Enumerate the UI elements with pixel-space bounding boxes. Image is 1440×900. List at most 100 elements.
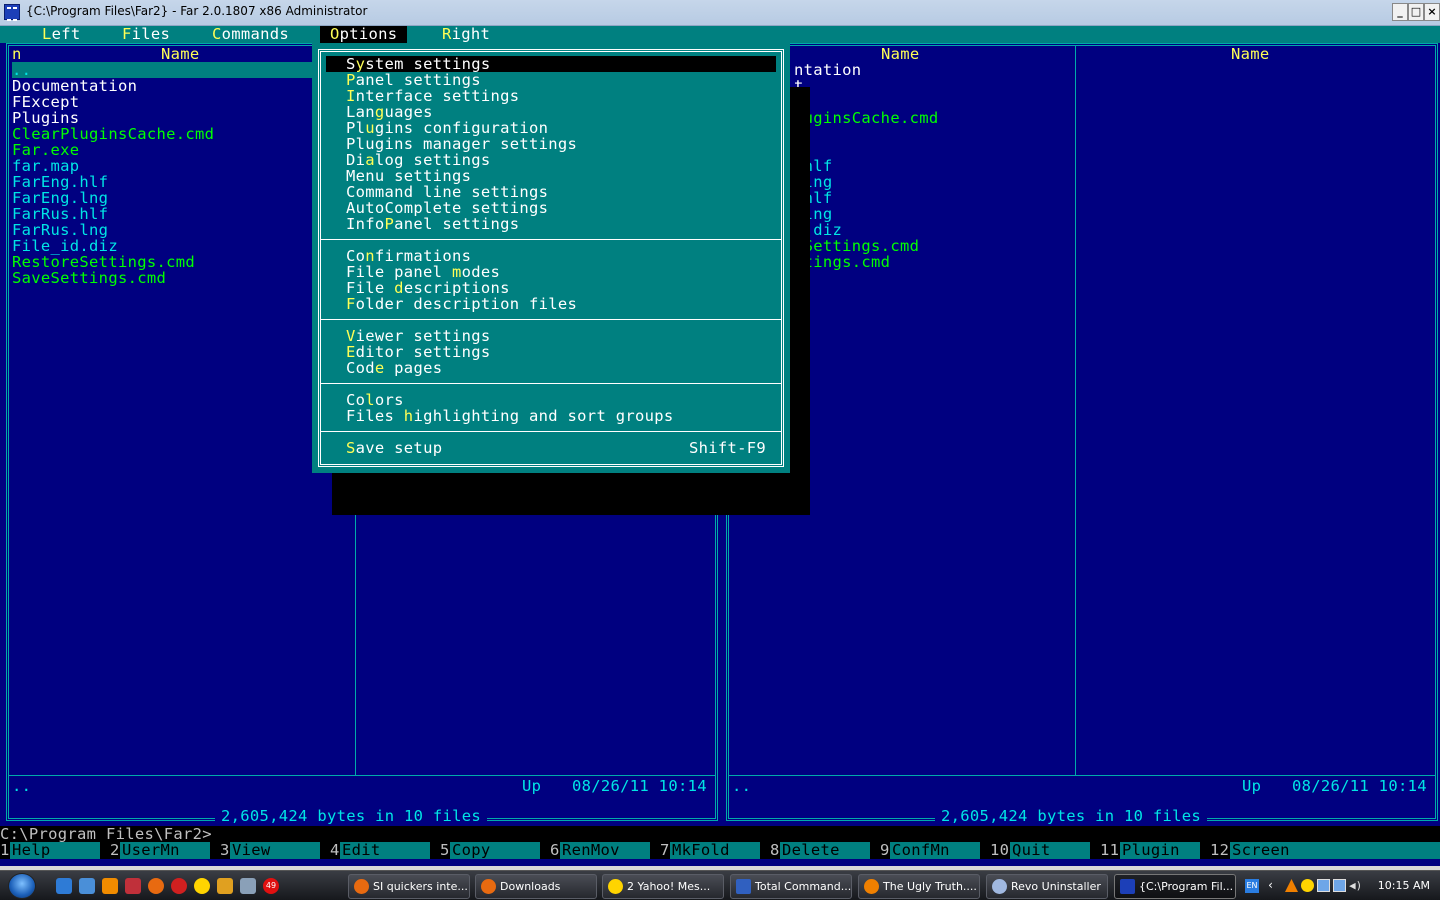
taskbar-button-label: Downloads bbox=[500, 880, 561, 893]
far-manager-icon bbox=[1120, 879, 1135, 894]
taskbar-button[interactable]: {C:\Program Fil... bbox=[1114, 874, 1236, 899]
fkey-label: Edit bbox=[340, 842, 430, 859]
firefox-icon[interactable] bbox=[148, 878, 164, 894]
file-row[interactable]: .. bbox=[12, 62, 312, 78]
menu-item-system-settings[interactable]: System settings bbox=[326, 56, 776, 72]
chevron-left-icon[interactable]: ‹ bbox=[1267, 879, 1280, 892]
menu-item-infopanel-settings[interactable]: InfoPanel settings bbox=[326, 216, 776, 232]
opera-icon[interactable] bbox=[171, 878, 187, 894]
column-header-name[interactable]: Name bbox=[881, 46, 920, 62]
badge-49-icon[interactable]: 49 bbox=[263, 878, 279, 894]
taskbar-button[interactable]: Downloads bbox=[475, 874, 597, 899]
internet-explorer-icon[interactable] bbox=[56, 878, 72, 894]
taskbar-button-label: SI quickers inte... bbox=[373, 880, 468, 893]
yahoo-messenger-icon[interactable] bbox=[194, 878, 210, 894]
menu-item-interface-settings[interactable]: Interface settings bbox=[326, 88, 776, 104]
save-icon[interactable] bbox=[125, 878, 141, 894]
fkey-label: Plugin bbox=[1120, 842, 1200, 859]
taskbar-button[interactable]: The Ugly Truth.... bbox=[858, 874, 980, 899]
media-player-icon[interactable] bbox=[102, 878, 118, 894]
column-header-name[interactable]: Name bbox=[161, 46, 200, 62]
fkey-usermn[interactable]: 2 UserMn bbox=[110, 842, 220, 859]
fkey-mkfold[interactable]: 7 MkFold bbox=[660, 842, 770, 859]
hotkey-letter: C bbox=[212, 25, 222, 43]
menu-item-folder-description-files[interactable]: Folder description files bbox=[326, 296, 776, 312]
close-button[interactable]: × bbox=[1424, 3, 1440, 21]
menu-item-files-highlighting-and-sort-groups[interactable]: Files highlighting and sort groups bbox=[326, 408, 776, 424]
taskbar-button[interactable]: SI quickers inte... bbox=[348, 874, 470, 899]
fkey-label: Quit bbox=[1010, 842, 1090, 859]
fkey-quit[interactable]: 10 Quit bbox=[990, 842, 1100, 859]
fkey-screen[interactable]: 12 Screen bbox=[1210, 842, 1440, 859]
menu-left[interactable]: Left bbox=[32, 26, 91, 43]
file-row[interactable]: eSettings.cmd bbox=[794, 238, 919, 254]
recycle-icon[interactable] bbox=[240, 878, 256, 894]
file-row[interactable]: luginsCache.cmd bbox=[794, 110, 938, 126]
file-row[interactable]: Plugins bbox=[12, 110, 79, 126]
menu-item-colors[interactable]: Colors bbox=[326, 392, 776, 408]
clock[interactable]: 10:15 AM bbox=[1378, 879, 1430, 892]
menu-item-menu-settings[interactable]: Menu settings bbox=[326, 168, 776, 184]
menu-item-confirmations[interactable]: Confirmations bbox=[326, 248, 776, 264]
menu-item-editor-settings[interactable]: Editor settings bbox=[326, 344, 776, 360]
volume-icon[interactable]: ◀) bbox=[1349, 879, 1362, 892]
menu-files[interactable]: Files bbox=[112, 26, 180, 43]
file-row[interactable]: File_id.diz bbox=[12, 238, 118, 254]
fkey-delete[interactable]: 8 Delete bbox=[770, 842, 880, 859]
file-row[interactable]: SaveSettings.cmd bbox=[12, 270, 166, 286]
yahoo-messenger-icon[interactable] bbox=[1301, 879, 1314, 892]
menu-item-languages[interactable]: Languages bbox=[326, 104, 776, 120]
menu-item-save-setup[interactable]: Save setup Shift-F9 bbox=[326, 440, 776, 456]
fkey-view[interactable]: 3 View bbox=[220, 842, 330, 859]
minimize-button[interactable]: _ bbox=[1392, 3, 1408, 21]
file-row[interactable]: FarEng.hlf bbox=[12, 174, 108, 190]
menu-item-plugins-manager-settings[interactable]: Plugins manager settings bbox=[326, 136, 776, 152]
column-header-n[interactable]: n bbox=[12, 46, 22, 62]
file-row[interactable]: FarRus.lng bbox=[12, 222, 108, 238]
file-row[interactable]: FarRus.hlf bbox=[12, 206, 108, 222]
taskbar-button[interactable]: Revo Uninstaller bbox=[986, 874, 1108, 899]
fkey-edit[interactable]: 4 Edit bbox=[330, 842, 440, 859]
right-panel[interactable]: Name Name ntationtsluginsCache.cmdep.hlf… bbox=[726, 43, 1438, 824]
column-header-name[interactable]: Name bbox=[1231, 46, 1270, 62]
menu-separator bbox=[321, 239, 781, 240]
menu-commands[interactable]: Commands bbox=[202, 26, 299, 43]
file-row[interactable]: far.map bbox=[12, 158, 79, 174]
file-row[interactable]: Far.exe bbox=[12, 142, 79, 158]
menu-item-code-pages[interactable]: Code pages bbox=[326, 360, 776, 376]
command-line[interactable]: C:\Program Files\Far2> bbox=[0, 826, 1440, 842]
menu-item-panel-settings[interactable]: Panel settings bbox=[326, 72, 776, 88]
tool-icon[interactable] bbox=[217, 878, 233, 894]
menu-item-plugins-configuration[interactable]: Plugins configuration bbox=[326, 120, 776, 136]
menu-right[interactable]: Right bbox=[432, 26, 500, 43]
menu-item-file-panel-modes[interactable]: File panel modes bbox=[326, 264, 776, 280]
file-row[interactable]: RestoreSettings.cmd bbox=[12, 254, 195, 270]
menu-options[interactable]: Options bbox=[320, 26, 408, 43]
fkey-copy[interactable]: 5 Copy bbox=[440, 842, 550, 859]
language-indicator[interactable]: EN bbox=[1245, 879, 1259, 893]
status-info: Up bbox=[522, 777, 542, 795]
menu-item-autocomplete-settings[interactable]: AutoComplete settings bbox=[326, 200, 776, 216]
file-row[interactable]: FarEng.lng bbox=[12, 190, 108, 206]
panel-footer-separator bbox=[729, 775, 1435, 776]
fkey-plugin[interactable]: 11 Plugin bbox=[1100, 842, 1210, 859]
network-icon[interactable] bbox=[1333, 879, 1346, 892]
taskbar-button[interactable]: 2 Yahoo! Mes... bbox=[602, 874, 724, 899]
taskbar-button[interactable]: Total Command... bbox=[730, 874, 852, 899]
fkey-confmn[interactable]: 9 ConfMn bbox=[880, 842, 990, 859]
file-row[interactable]: ntation bbox=[794, 62, 861, 78]
start-button[interactable] bbox=[8, 873, 36, 899]
file-row[interactable]: FExcept bbox=[12, 94, 79, 110]
maximize-button[interactable]: □ bbox=[1408, 3, 1424, 21]
menu-item-file-descriptions[interactable]: File descriptions bbox=[326, 280, 776, 296]
fkey-renmov[interactable]: 6 RenMov bbox=[550, 842, 660, 859]
menu-item-dialog-settings[interactable]: Dialog settings bbox=[326, 152, 776, 168]
file-row[interactable]: Documentation bbox=[12, 78, 137, 94]
menu-item-command-line-settings[interactable]: Command line settings bbox=[326, 184, 776, 200]
network-icon[interactable] bbox=[1317, 879, 1330, 892]
show-desktop-icon[interactable] bbox=[79, 878, 95, 894]
file-row[interactable]: ClearPluginsCache.cmd bbox=[12, 126, 214, 142]
fkey-help[interactable]: 1 Help bbox=[0, 842, 110, 859]
menu-item-viewer-settings[interactable]: Viewer settings bbox=[326, 328, 776, 344]
vlc-icon[interactable] bbox=[1285, 879, 1298, 892]
